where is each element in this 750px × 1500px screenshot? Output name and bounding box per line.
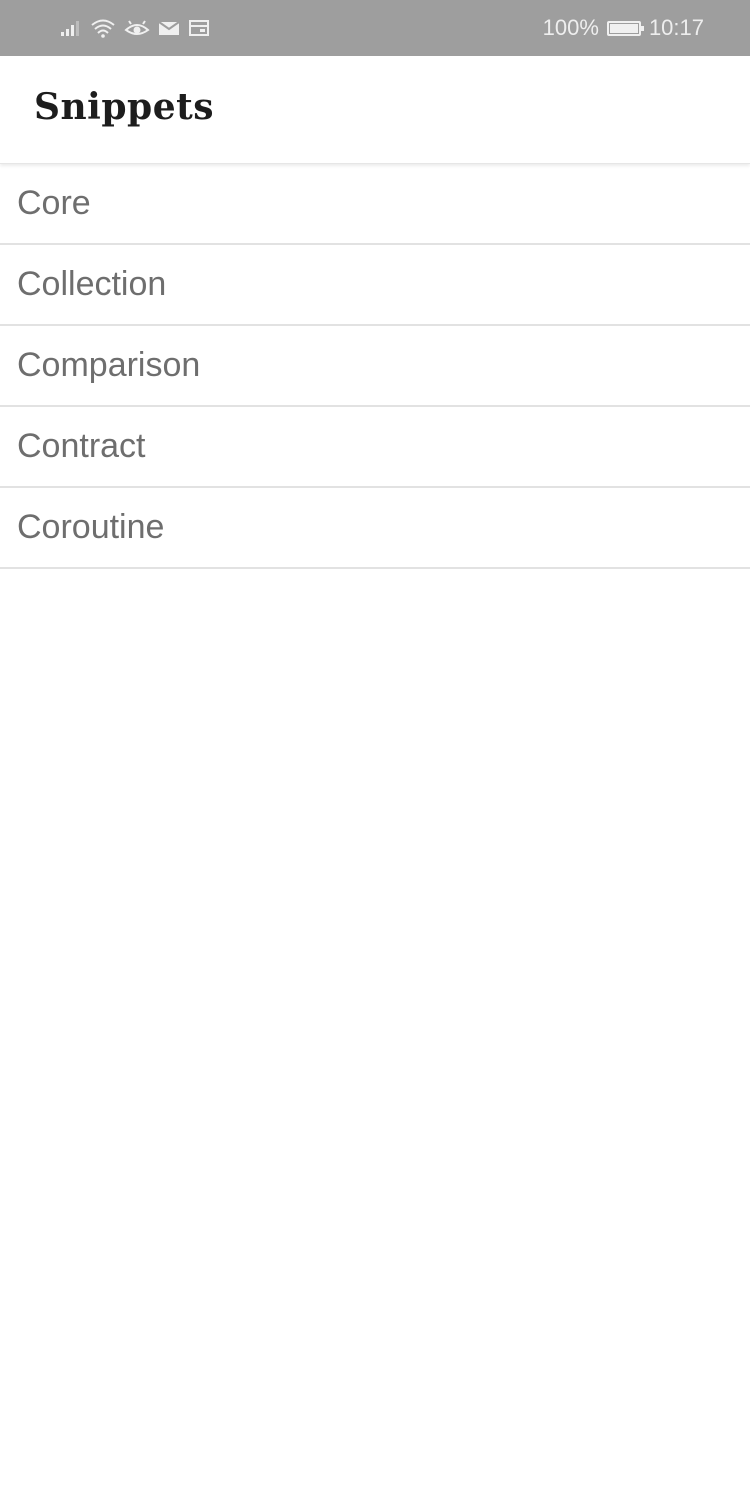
- battery-fill: [609, 23, 638, 33]
- app-bar: Snippets: [0, 56, 750, 164]
- sim-card-icon: [188, 16, 210, 40]
- status-icons: [60, 16, 210, 40]
- snippet-list: Core Collection Comparison Contract Coro…: [0, 164, 750, 569]
- list-item-label: Comparison: [17, 346, 201, 384]
- list-item-comparison[interactable]: Comparison: [0, 326, 750, 407]
- list-item-core[interactable]: Core: [0, 164, 750, 245]
- mail-icon: [158, 16, 180, 40]
- list-item-label: Core: [17, 184, 91, 222]
- list-item-coroutine[interactable]: Coroutine: [0, 488, 750, 569]
- list-item-label: Collection: [17, 265, 167, 303]
- status-bar: 100% 10:17: [0, 0, 750, 56]
- signal-icon: [60, 16, 82, 40]
- battery-percent: 100%: [542, 15, 599, 40]
- wifi-icon: [90, 16, 116, 40]
- battery-icon: [606, 20, 644, 36]
- screen: 100% 10:17 Snippets Core Collection Comp…: [0, 0, 750, 1500]
- list-item-contract[interactable]: Contract: [0, 407, 750, 488]
- status-right: 100% 10:17: [543, 14, 704, 42]
- list-item-label: Contract: [17, 427, 146, 465]
- page-title: Snippets: [34, 86, 214, 128]
- status-time: 10:17: [648, 15, 704, 40]
- list-item-collection[interactable]: Collection: [0, 245, 750, 326]
- eye-icon: [124, 16, 150, 40]
- list-item-label: Coroutine: [17, 508, 165, 546]
